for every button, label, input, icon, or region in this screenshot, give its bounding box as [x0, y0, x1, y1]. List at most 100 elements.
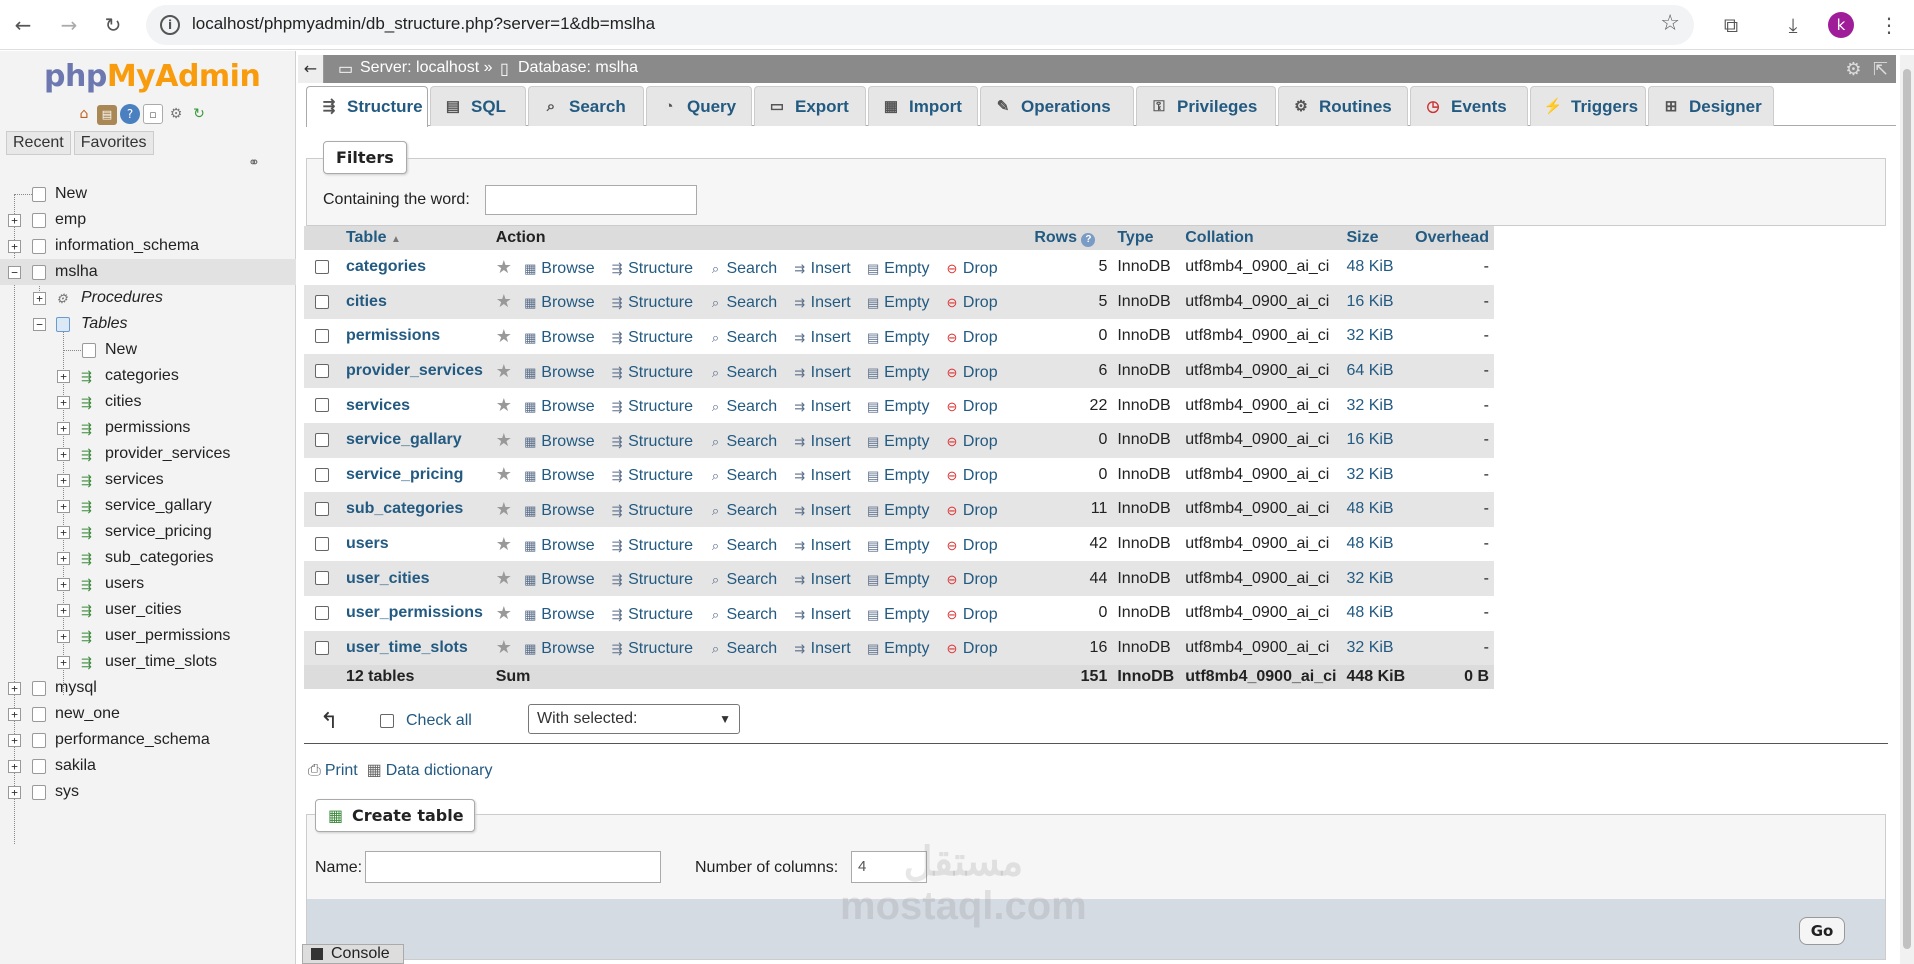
logout-icon[interactable]: ▤ [97, 105, 117, 125]
table-name-link[interactable]: permissions [346, 327, 440, 344]
search-link[interactable]: Search [726, 640, 777, 657]
tree-item-table[interactable]: + ⇶ service_gallary [0, 493, 296, 519]
expand-icon[interactable]: + [8, 682, 21, 695]
tab-privileges[interactable]: ⚿ Privileges [1136, 86, 1276, 126]
empty-link[interactable]: Empty [884, 294, 929, 311]
browse-link[interactable]: Browse [541, 467, 594, 484]
url-text[interactable]: localhost/phpmyadmin/db_structure.php?se… [192, 14, 655, 34]
table-structure-icon[interactable]: ⇶ [81, 473, 97, 488]
search-link[interactable]: Search [726, 537, 777, 554]
structure-link[interactable]: Structure [628, 294, 693, 311]
structure-link[interactable]: Structure [628, 398, 693, 415]
tab-structure[interactable]: ⇶ Structure [306, 86, 428, 127]
drop-link[interactable]: Drop [963, 260, 998, 277]
expand-icon[interactable]: + [57, 448, 70, 461]
tree-item-table[interactable]: + ⇶ categories [0, 363, 296, 389]
row-checkbox[interactable] [315, 329, 330, 344]
table-name-link[interactable]: user_time_slots [346, 639, 468, 656]
drop-link[interactable]: Drop [963, 364, 998, 381]
size-link[interactable]: 32 KiB [1341, 388, 1411, 423]
favorite-star-icon[interactable]: ★ [496, 568, 512, 588]
size-link[interactable]: 48 KiB [1341, 250, 1411, 285]
favorite-star-icon[interactable]: ★ [496, 395, 512, 415]
favorite-star-icon[interactable]: ★ [496, 326, 512, 346]
search-link[interactable]: Search [726, 364, 777, 381]
drop-link[interactable]: Drop [963, 571, 998, 588]
collapse-icon[interactable]: − [33, 318, 46, 331]
insert-link[interactable]: Insert [811, 260, 851, 277]
expand-icon[interactable]: + [8, 708, 21, 721]
breadcrumb-server[interactable]: Server: localhost » [360, 59, 493, 77]
home-icon[interactable]: ⌂ [74, 104, 94, 124]
expand-icon[interactable]: + [8, 214, 21, 227]
tree-item-table[interactable]: + ⇶ user_permissions [0, 623, 296, 649]
table-name-link[interactable]: sub_categories [346, 500, 463, 517]
empty-link[interactable]: Empty [884, 571, 929, 588]
table-structure-icon[interactable]: ⇶ [81, 577, 97, 592]
search-link[interactable]: Search [726, 329, 777, 346]
page-scrollbar[interactable] [1900, 55, 1914, 964]
search-link[interactable]: Search [726, 502, 777, 519]
expand-icon[interactable]: + [8, 240, 21, 253]
favorite-star-icon[interactable]: ★ [496, 637, 512, 657]
table-name-link[interactable]: cities [346, 293, 387, 310]
browse-link[interactable]: Browse [541, 398, 594, 415]
check-all-checkbox[interactable] [380, 714, 394, 728]
tree-item-table[interactable]: + ⇶ sub_categories [0, 545, 296, 571]
table-structure-icon[interactable]: ⇶ [81, 629, 97, 644]
tree-item-table[interactable]: + ⇶ services [0, 467, 296, 493]
size-link[interactable]: 32 KiB [1341, 630, 1411, 666]
structure-link[interactable]: Structure [628, 329, 693, 346]
empty-link[interactable]: Empty [884, 467, 929, 484]
tree-item-table[interactable]: + ⇶ provider_services [0, 441, 296, 467]
site-info-icon[interactable]: i [160, 15, 180, 35]
insert-link[interactable]: Insert [811, 571, 851, 588]
browser-menu-icon[interactable]: ⋮ [1874, 10, 1904, 40]
tab-search[interactable]: ⌕ Search [528, 86, 644, 126]
forward-icon[interactable]: → [54, 10, 84, 40]
address-bar[interactable]: i localhost/phpmyadmin/db_structure.php?… [146, 5, 1694, 45]
browse-link[interactable]: Browse [541, 294, 594, 311]
tab-triggers[interactable]: ⚡ Triggers [1530, 86, 1646, 126]
expand-icon[interactable]: + [57, 604, 70, 617]
browse-link[interactable]: Browse [541, 640, 594, 657]
download-icon[interactable]: ⤓ [1778, 10, 1808, 40]
search-link[interactable]: Search [726, 433, 777, 450]
empty-link[interactable]: Empty [884, 502, 929, 519]
header-collation[interactable]: Collation [1180, 226, 1342, 250]
tree-item-mysql[interactable]: + mysql [0, 675, 296, 701]
browse-link[interactable]: Browse [541, 571, 594, 588]
tree-item-mslha[interactable]: − mslha [0, 259, 296, 285]
tree-item-new-table[interactable]: New [0, 337, 296, 363]
table-structure-icon[interactable]: ⇶ [81, 499, 97, 514]
row-checkbox[interactable] [315, 294, 330, 309]
row-checkbox[interactable] [315, 260, 330, 275]
expand-icon[interactable]: + [57, 656, 70, 669]
table-name-link[interactable]: service_gallary [346, 431, 462, 448]
size-link[interactable]: 48 KiB [1341, 595, 1411, 631]
expand-icon[interactable]: + [57, 630, 70, 643]
search-link[interactable]: Search [726, 398, 777, 415]
structure-link[interactable]: Structure [628, 537, 693, 554]
structure-link[interactable]: Structure [628, 502, 693, 519]
row-checkbox[interactable] [315, 467, 330, 482]
search-link[interactable]: Search [726, 571, 777, 588]
tab-operations[interactable]: ✎ Operations [980, 86, 1134, 126]
expand-icon[interactable]: + [57, 526, 70, 539]
header-type[interactable]: Type [1112, 226, 1181, 250]
browse-link[interactable]: Browse [541, 502, 594, 519]
search-link[interactable]: Search [726, 606, 777, 623]
tab-import[interactable]: ▦ Import [868, 86, 978, 126]
structure-link[interactable]: Structure [628, 433, 693, 450]
table-name-link[interactable]: services [346, 397, 410, 414]
empty-link[interactable]: Empty [884, 433, 929, 450]
insert-link[interactable]: Insert [811, 502, 851, 519]
expand-icon[interactable]: + [33, 292, 46, 305]
structure-link[interactable]: Structure [628, 364, 693, 381]
tree-item-table[interactable]: + ⇶ permissions [0, 415, 296, 441]
expand-icon[interactable]: + [57, 578, 70, 591]
drop-link[interactable]: Drop [963, 640, 998, 657]
favorite-star-icon[interactable]: ★ [496, 499, 512, 519]
expand-icon[interactable]: + [57, 396, 70, 409]
favorite-star-icon[interactable]: ★ [496, 257, 512, 277]
